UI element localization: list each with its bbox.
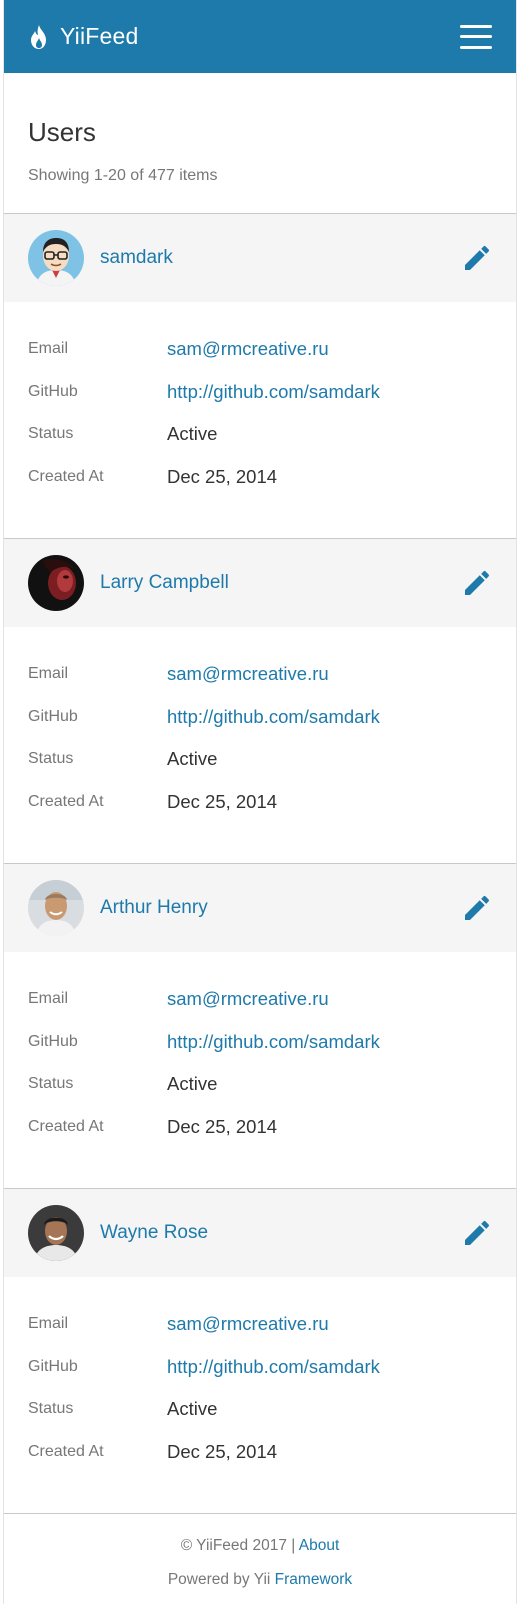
detail-row-created: Created At Dec 25, 2014 xyxy=(28,1106,492,1149)
pencil-icon[interactable] xyxy=(460,566,494,600)
user-card: Arthur Henry Email sam@rmcreative.ru Git… xyxy=(4,864,516,1189)
user-card-header: Larry Campbell xyxy=(4,539,516,627)
pencil-icon[interactable] xyxy=(460,1216,494,1250)
detail-row-github: GitHub http://github.com/samdark xyxy=(28,1346,492,1389)
created-at-label: Created At xyxy=(28,792,104,810)
detail-row-github: GitHub http://github.com/samdark xyxy=(28,1021,492,1064)
user-card: Larry Campbell Email sam@rmcreative.ru G… xyxy=(4,539,516,864)
email-label: Email xyxy=(28,1315,69,1333)
user-card-header: samdark xyxy=(4,214,516,302)
brand-name: YiiFeed xyxy=(60,23,139,49)
email-link[interactable]: sam@rmcreative.ru xyxy=(167,988,329,1010)
detail-row-email: Email sam@rmcreative.ru xyxy=(28,1303,492,1346)
footer-copyright-line: © YiiFeed 2017 | About xyxy=(4,1532,516,1566)
email-link[interactable]: sam@rmcreative.ru xyxy=(167,663,329,685)
avatar[interactable] xyxy=(28,230,84,286)
email-label: Email xyxy=(28,990,69,1008)
user-name-link[interactable]: samdark xyxy=(100,247,460,269)
detail-row-github: GitHub http://github.com/samdark xyxy=(28,696,492,739)
framework-link[interactable]: Framework xyxy=(275,1571,353,1588)
created-at-value: Dec 25, 2014 xyxy=(167,465,278,487)
email-link[interactable]: sam@rmcreative.ru xyxy=(167,1313,329,1335)
avatar[interactable] xyxy=(28,1205,84,1261)
user-card-header: Wayne Rose xyxy=(4,1189,516,1277)
user-details: Email sam@rmcreative.ru GitHub http://gi… xyxy=(4,627,516,863)
detail-row-created: Created At Dec 25, 2014 xyxy=(28,456,492,499)
created-at-label: Created At xyxy=(28,1117,104,1135)
detail-row-status: Status Active xyxy=(28,413,492,456)
created-at-value: Dec 25, 2014 xyxy=(167,1440,278,1462)
email-label: Email xyxy=(28,340,69,358)
user-details: Email sam@rmcreative.ru GitHub http://gi… xyxy=(4,952,516,1188)
github-link[interactable]: http://github.com/samdark xyxy=(167,706,380,728)
detail-row-created: Created At Dec 25, 2014 xyxy=(28,1431,492,1474)
copyright-text: © YiiFeed 2017 | xyxy=(180,1537,296,1554)
created-at-value: Dec 25, 2014 xyxy=(167,790,278,812)
user-name-link[interactable]: Arthur Henry xyxy=(100,897,460,919)
email-link[interactable]: sam@rmcreative.ru xyxy=(167,338,329,360)
status-label: Status xyxy=(28,750,74,768)
status-value: Active xyxy=(167,748,218,770)
created-at-label: Created At xyxy=(28,1442,104,1460)
footer-powered-line: Powered by Yii Framework xyxy=(4,1566,516,1600)
navbar: YiiFeed xyxy=(4,0,516,73)
page-header: Users Showing 1-20 of 477 items xyxy=(4,73,516,214)
status-value: Active xyxy=(167,1073,218,1095)
status-value: Active xyxy=(167,1398,218,1420)
footer: © YiiFeed 2017 | About Powered by Yii Fr… xyxy=(4,1514,516,1600)
user-card: samdark Email sam@rmcreative.ru GitHub h… xyxy=(4,214,516,539)
github-link[interactable]: http://github.com/samdark xyxy=(167,1356,380,1378)
status-label: Status xyxy=(28,425,74,443)
detail-row-email: Email sam@rmcreative.ru xyxy=(28,328,492,371)
page-frame: YiiFeed Users Showing 1-20 of 477 items xyxy=(3,0,517,1604)
detail-row-email: Email sam@rmcreative.ru xyxy=(28,978,492,1021)
status-label: Status xyxy=(28,1075,74,1093)
user-card: Wayne Rose Email sam@rmcreative.ru GitHu… xyxy=(4,1189,516,1514)
created-at-value: Dec 25, 2014 xyxy=(167,1115,278,1137)
github-label: GitHub xyxy=(28,382,78,400)
detail-row-status: Status Active xyxy=(28,1388,492,1431)
detail-row-created: Created At Dec 25, 2014 xyxy=(28,781,492,824)
avatar[interactable] xyxy=(28,555,84,611)
email-label: Email xyxy=(28,665,69,683)
user-details: Email sam@rmcreative.ru GitHub http://gi… xyxy=(4,1277,516,1513)
flame-icon xyxy=(28,24,50,50)
pagination-summary: Showing 1-20 of 477 items xyxy=(28,167,218,184)
user-name-link[interactable]: Larry Campbell xyxy=(100,572,460,594)
github-link[interactable]: http://github.com/samdark xyxy=(167,381,380,403)
github-label: GitHub xyxy=(28,1032,78,1050)
user-name-link[interactable]: Wayne Rose xyxy=(100,1222,460,1244)
hamburger-menu-icon[interactable] xyxy=(460,24,492,49)
github-label: GitHub xyxy=(28,707,78,725)
created-at-label: Created At xyxy=(28,467,104,485)
detail-row-status: Status Active xyxy=(28,1063,492,1106)
pencil-icon[interactable] xyxy=(460,891,494,925)
detail-row-status: Status Active xyxy=(28,738,492,781)
pencil-icon[interactable] xyxy=(460,241,494,275)
brand-link[interactable]: YiiFeed xyxy=(28,23,139,50)
github-link[interactable]: http://github.com/samdark xyxy=(167,1031,380,1053)
about-link[interactable]: About xyxy=(299,1537,340,1554)
github-label: GitHub xyxy=(28,1357,78,1375)
status-value: Active xyxy=(167,423,218,445)
status-label: Status xyxy=(28,1400,74,1418)
avatar[interactable] xyxy=(28,880,84,936)
detail-row-email: Email sam@rmcreative.ru xyxy=(28,653,492,696)
powered-by-text: Powered by Yii xyxy=(167,1571,271,1588)
detail-row-github: GitHub http://github.com/samdark xyxy=(28,371,492,414)
user-details: Email sam@rmcreative.ru GitHub http://gi… xyxy=(4,302,516,538)
page-title: Users xyxy=(28,117,96,147)
user-card-header: Arthur Henry xyxy=(4,864,516,952)
